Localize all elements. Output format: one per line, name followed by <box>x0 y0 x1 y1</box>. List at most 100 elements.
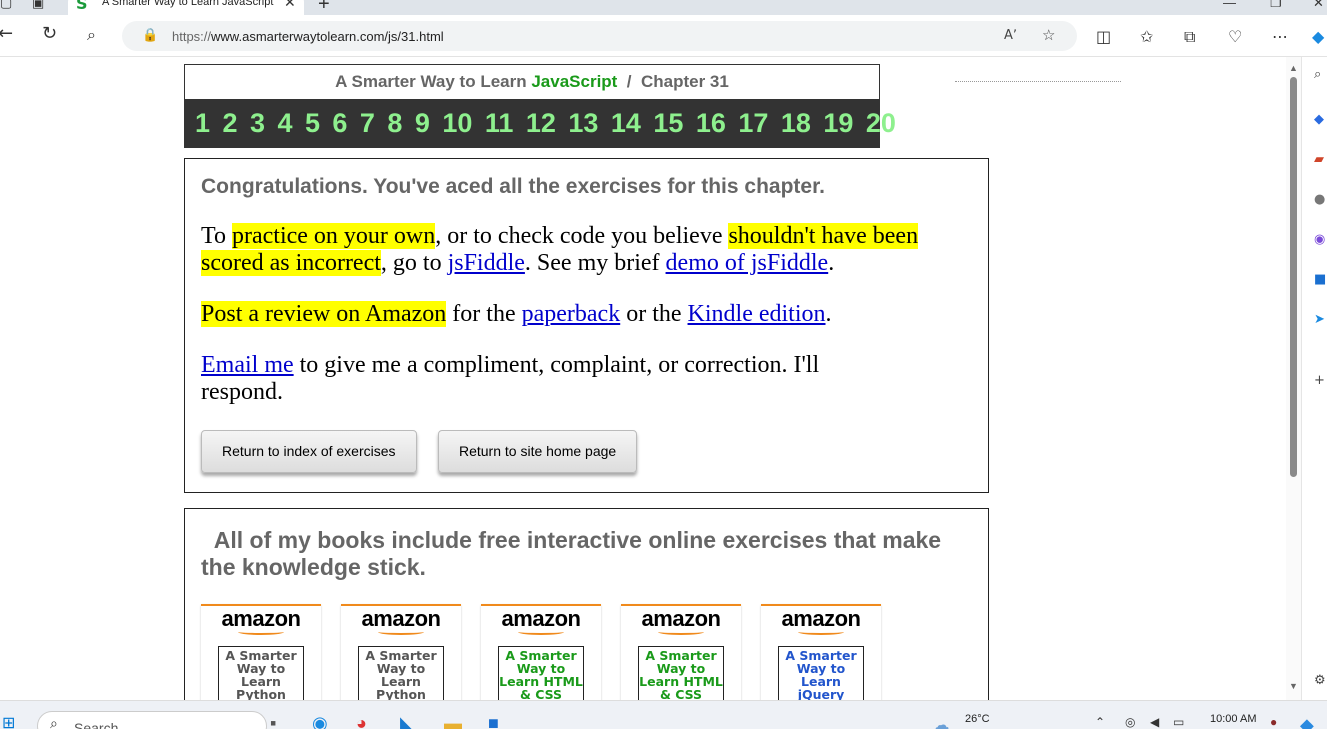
notification-icon[interactable]: ● <box>1270 715 1277 729</box>
sidebar-send-icon[interactable]: ➤ <box>1314 312 1325 327</box>
chapter-link-14[interactable]: 14 <box>611 108 641 139</box>
books-panel: All of my books include free interactive… <box>184 508 989 700</box>
book-card[interactable]: amazon A Smarter Way to Learn jQuery <box>761 604 881 700</box>
chapter-link-4[interactable]: 4 <box>277 108 292 139</box>
tab-title: A Smarter Way to Learn JavaScript <box>102 0 274 8</box>
copilot-taskbar-icon[interactable]: ◆ <box>1300 715 1314 729</box>
chapter-link-1[interactable]: 1 <box>195 108 210 139</box>
more-icon[interactable]: ⋯ <box>1272 27 1288 46</box>
kindle-link[interactable]: Kindle edition <box>688 301 826 327</box>
copilot-icon[interactable]: ◆ <box>1312 27 1324 46</box>
close-tab-icon[interactable]: ✕ <box>284 0 296 11</box>
return-home-button[interactable]: Return to site home page <box>437 430 638 473</box>
sidebar-people-icon[interactable]: ● <box>1314 192 1325 207</box>
battery-icon[interactable]: ▭ <box>1173 715 1184 729</box>
chapter-link-20[interactable]: 20 <box>866 108 896 139</box>
jsfiddle-link[interactable]: jsFiddle <box>448 250 525 276</box>
chapter-link-11[interactable]: 11 <box>485 108 514 139</box>
url-text[interactable]: https://www.asmarterwaytolearn.com/js/31… <box>172 29 444 44</box>
page-title: A Smarter Way to Learn JavaScript / Chap… <box>335 72 729 91</box>
chapter-link-5[interactable]: 5 <box>305 108 320 139</box>
read-aloud-icon[interactable]: Aʼ <box>1004 28 1017 43</box>
sidebar-tools-icon[interactable]: ▰ <box>1314 152 1324 167</box>
page-scrollbar[interactable]: ▲ ▼ <box>1286 57 1301 700</box>
email-link[interactable]: Email me <box>201 352 294 378</box>
book-card[interactable]: amazon A Smarter Way to Learn HTML & CSS <box>481 604 601 700</box>
jsfiddle-demo-link[interactable]: demo of jsFiddle <box>666 250 829 276</box>
refresh-icon[interactable]: ↻ <box>42 23 57 44</box>
scroll-up-icon[interactable]: ▲ <box>1289 63 1298 73</box>
book-card[interactable]: amazon A Smarter Way to Learn Python <box>341 604 461 700</box>
return-index-button[interactable]: Return to index of exercises <box>201 430 417 473</box>
chapter-link-6[interactable]: 6 <box>332 108 347 139</box>
favorites-icon[interactable]: ✩ <box>1140 27 1153 46</box>
page-content: A Smarter Way to Learn JavaScript / Chap… <box>0 57 1286 700</box>
restore-icon[interactable]: ❐ <box>1270 0 1282 11</box>
book-cover: A Smarter Way to Learn HTML & CSS <box>638 646 724 700</box>
vscode-icon[interactable]: ◣ <box>400 713 414 729</box>
chapter-link-3[interactable]: 3 <box>250 108 265 139</box>
clock-time[interactable]: 10:00 AM <box>1210 713 1256 725</box>
chrome-icon[interactable]: ◕ <box>356 713 367 729</box>
back-icon[interactable]: ← <box>0 23 13 44</box>
dotted-divider <box>955 81 1121 82</box>
outlook-icon[interactable]: ■ <box>488 713 499 729</box>
chapter-link-10[interactable]: 10 <box>442 108 472 139</box>
edge-icon[interactable]: ◉ <box>312 713 328 729</box>
book-card[interactable]: amazon A Smarter Way to Learn Python <box>201 604 321 700</box>
chapter-link-2[interactable]: 2 <box>222 108 237 139</box>
minimize-icon[interactable]: — <box>1223 0 1236 10</box>
close-window-icon[interactable]: ✕ <box>1313 0 1324 11</box>
favorite-star-icon[interactable]: ☆ <box>1042 26 1055 44</box>
scroll-down-icon[interactable]: ▼ <box>1289 681 1298 691</box>
congrats-heading: Congratulations. You've aced all the exe… <box>201 175 825 198</box>
book-card[interactable]: amazon A Smarter Way to Learn HTML & CSS <box>621 604 741 700</box>
new-tab-button[interactable]: + <box>318 0 330 15</box>
windows-start-icon[interactable]: ⊞ <box>2 713 15 729</box>
chapter-nav: 1 2 3 4 5 6 7 8 9 10 11 12 13 14 15 16 1… <box>185 99 896 148</box>
sidebar-add-icon[interactable]: + <box>1314 373 1325 388</box>
split-screen-icon[interactable]: ◫ <box>1096 27 1111 46</box>
task-view-icon[interactable]: ▪ <box>270 713 276 729</box>
sidebar-settings-icon[interactable]: ⚙ <box>1314 673 1326 688</box>
chapter-link-9[interactable]: 9 <box>415 108 430 139</box>
sidebar-search-icon[interactable]: ⌕ <box>1314 67 1321 82</box>
chapter-link-15[interactable]: 15 <box>653 108 683 139</box>
search-icon[interactable]: ⌕ <box>87 25 96 45</box>
network-icon[interactable]: ◎ <box>1125 715 1135 729</box>
taskbar-search[interactable]: ⌕ Search <box>37 711 267 729</box>
amazon-logo: amazon <box>501 606 581 631</box>
congrats-panel: Congratulations. You've aced all the exe… <box>184 158 989 493</box>
sidebar-office-icon[interactable]: ◉ <box>1314 232 1325 247</box>
file-explorer-icon[interactable]: ▬ <box>444 713 462 729</box>
chapter-link-19[interactable]: 19 <box>823 108 853 139</box>
chapter-link-8[interactable]: 8 <box>387 108 402 139</box>
edge-sidebar: ⌕ ◆ ▰ ● ◉ ■ ➤ + ⚙ <box>1301 57 1327 700</box>
browser-essentials-icon[interactable]: ♡ <box>1228 27 1242 46</box>
tray-chevron-icon[interactable]: ⌃ <box>1095 715 1105 729</box>
email-paragraph: Email me to give me a compliment, compla… <box>201 352 820 405</box>
active-tab[interactable]: S A Smarter Way to Learn JavaScript ✕ <box>68 0 304 15</box>
collections-icon[interactable]: ⧉ <box>1184 27 1195 47</box>
amazon-logo: amazon <box>641 606 721 631</box>
chapter-link-17[interactable]: 17 <box>738 108 768 139</box>
address-bar[interactable]: 🔒 https://www.asmarterwaytolearn.com/js/… <box>122 21 1077 51</box>
book-cover: A Smarter Way to Learn Python <box>358 646 444 700</box>
chapter-link-16[interactable]: 16 <box>696 108 726 139</box>
weather-icon[interactable]: ☁ <box>932 715 950 729</box>
paperback-link[interactable]: paperback <box>522 301 621 327</box>
lock-icon[interactable]: 🔒 <box>142 27 158 43</box>
workspaces-icon[interactable]: ▢ <box>0 0 12 11</box>
sidebar-outlook-icon[interactable]: ■ <box>1314 272 1326 287</box>
weather-temperature[interactable]: 26°C <box>965 713 990 725</box>
chapter-link-18[interactable]: 18 <box>781 108 811 139</box>
sidebar-tag-icon[interactable]: ◆ <box>1314 112 1324 127</box>
amazon-logo: amazon <box>361 606 441 631</box>
chapter-link-7[interactable]: 7 <box>360 108 375 139</box>
scroll-thumb[interactable] <box>1290 77 1297 477</box>
site-favicon-icon: S <box>76 0 88 13</box>
tab-actions-icon[interactable]: ▣ <box>32 0 44 11</box>
chapter-link-13[interactable]: 13 <box>568 108 598 139</box>
volume-icon[interactable]: ◀ <box>1150 715 1159 729</box>
chapter-link-12[interactable]: 12 <box>526 108 556 139</box>
